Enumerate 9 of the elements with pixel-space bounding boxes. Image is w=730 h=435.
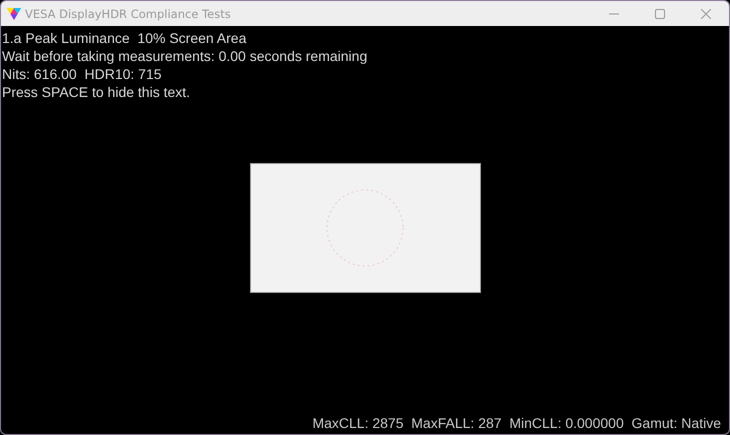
maximize-icon [655, 8, 665, 18]
status-text: MaxCLL: 2875 MaxFALL: 287 MinCLL: 0.000000 Gamut: Native [312, 414, 721, 432]
info-text: 1.a Peak Luminance 10% Screen Area [2, 29, 248, 47]
info-text: Press SPACE to hide this text. [2, 83, 192, 101]
app-icon [7, 6, 21, 20]
close-icon [701, 8, 711, 18]
window-title: VESA DisplayHDR Compliance Tests [25, 6, 231, 20]
info-text: Wait before taking measurements: 0.00 seconds remaining [2, 47, 368, 65]
info-text: Nits: 616.00 HDR10: 715 [2, 65, 163, 83]
